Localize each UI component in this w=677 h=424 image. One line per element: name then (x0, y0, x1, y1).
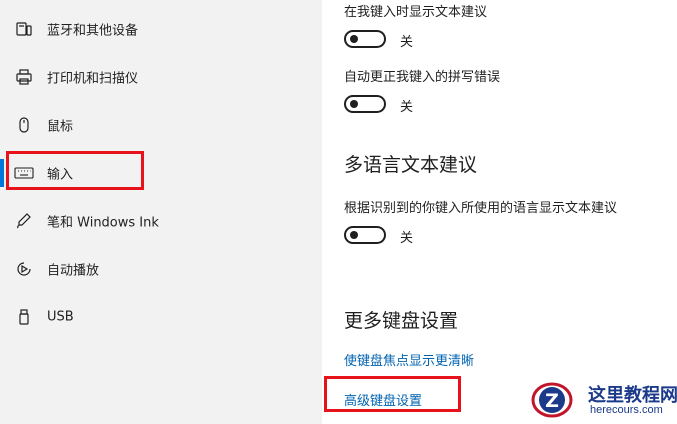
sidebar-item-label: 笔和 Windows Ink (47, 215, 159, 231)
autocorrect-toggle[interactable] (344, 95, 386, 113)
sidebar-item-printers[interactable]: 打印机和扫描仪 (0, 54, 322, 100)
watermark-logo-letter: Z (545, 390, 559, 412)
sidebar-item-label: 蓝牙和其他设备 (47, 23, 139, 39)
sidebar-item-label: 打印机和扫描仪 (47, 71, 139, 87)
multilingual-heading: 多语言文本建议 (344, 154, 478, 176)
keyboard-focus-link[interactable]: 使键盘焦点显示更清晰 (344, 350, 474, 369)
show-suggestions-toggle[interactable] (344, 30, 386, 48)
show-suggestions-label: 在我键入时显示文本建议 (344, 5, 488, 20)
more-keyboard-heading: 更多键盘设置 (344, 310, 459, 332)
pen-icon (14, 211, 34, 231)
sidebar-item-label: 鼠标 (47, 119, 74, 135)
autoplay-icon (14, 259, 34, 279)
toggle-knob (350, 35, 358, 43)
multilingual-suggestions-toggle[interactable] (344, 226, 386, 244)
bluetooth-devices-icon (14, 19, 34, 39)
sidebar-item-autoplay[interactable]: 自动播放 (0, 246, 322, 292)
watermark-url: herecours.com (590, 404, 663, 416)
show-suggestions-state: 关 (400, 35, 414, 50)
printer-icon (14, 67, 34, 87)
watermark: Z 这里教程网 herecours.com (528, 378, 677, 420)
sidebar-item-mouse[interactable]: 鼠标 (0, 102, 322, 148)
highlight-box (324, 376, 461, 412)
settings-sidebar: 蓝牙和其他设备 打印机和扫描仪 鼠标 输入 笔和 Windows Ink 自动播… (0, 0, 322, 424)
mouse-icon (14, 115, 34, 135)
toggle-knob (350, 231, 358, 239)
multilingual-suggestions-state: 关 (400, 231, 414, 246)
sidebar-item-label: 自动播放 (47, 263, 100, 279)
watermark-logo-icon: Z (531, 382, 573, 418)
sidebar-item-label: USB (47, 309, 74, 325)
sidebar-item-pen[interactable]: 笔和 Windows Ink (0, 198, 322, 244)
sidebar-item-usb[interactable]: USB (0, 294, 322, 340)
autocorrect-state: 关 (400, 100, 414, 115)
typing-settings-content: 在我键入时显示文本建议 关 自动更正我键入的拼写错误 关 多语言文本建议 根据识… (322, 0, 677, 424)
autocorrect-label: 自动更正我键入的拼写错误 (344, 70, 501, 85)
toggle-knob (350, 100, 358, 108)
sidebar-item-bluetooth[interactable]: 蓝牙和其他设备 (0, 6, 322, 52)
highlight-box (6, 151, 144, 190)
usb-icon (14, 307, 34, 327)
multilingual-suggestions-label: 根据识别到的你键入所使用的语言显示文本建议 (344, 201, 618, 216)
